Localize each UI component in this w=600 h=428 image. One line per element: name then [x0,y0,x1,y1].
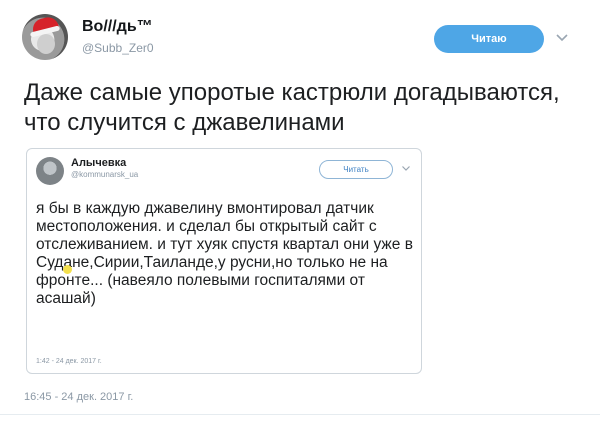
chevron-down-icon[interactable] [555,30,569,44]
quoted-chevron-down-icon[interactable] [401,163,411,173]
quoted-handle[interactable]: @kommunarsk_ua [71,170,138,179]
author-display-name[interactable]: Во///дь™ [82,18,153,36]
tweet-text: Даже самые упоротые кастрюли догадываютс… [24,79,560,136]
tweet-card: Во///дь™ @Subb_Zer0 Читаю Даже самые упо… [0,0,600,428]
divider [0,414,600,415]
quoted-timestamp[interactable]: 1:42 - 24 дек. 2017 г. [36,358,102,365]
avatar[interactable] [22,14,68,60]
quoted-tweet-text: я бы в каждую джавелину вмонтировал датч… [36,200,413,307]
avatar-face [37,34,55,54]
quoted-display-name[interactable]: Алычевка [71,157,126,169]
quoted-avatar[interactable] [36,157,64,185]
follow-button[interactable]: Читаю [434,25,544,53]
tweet-timestamp[interactable]: 16:45 - 24 дек. 2017 г. [24,391,133,403]
author-handle[interactable]: @Subb_Zer0 [82,41,154,55]
quoted-tweet[interactable]: Алычевка @kommunarsk_ua Читать я бы в ка… [26,148,422,374]
sticker-dot-icon [63,265,72,274]
quoted-follow-button[interactable]: Читать [319,160,393,179]
